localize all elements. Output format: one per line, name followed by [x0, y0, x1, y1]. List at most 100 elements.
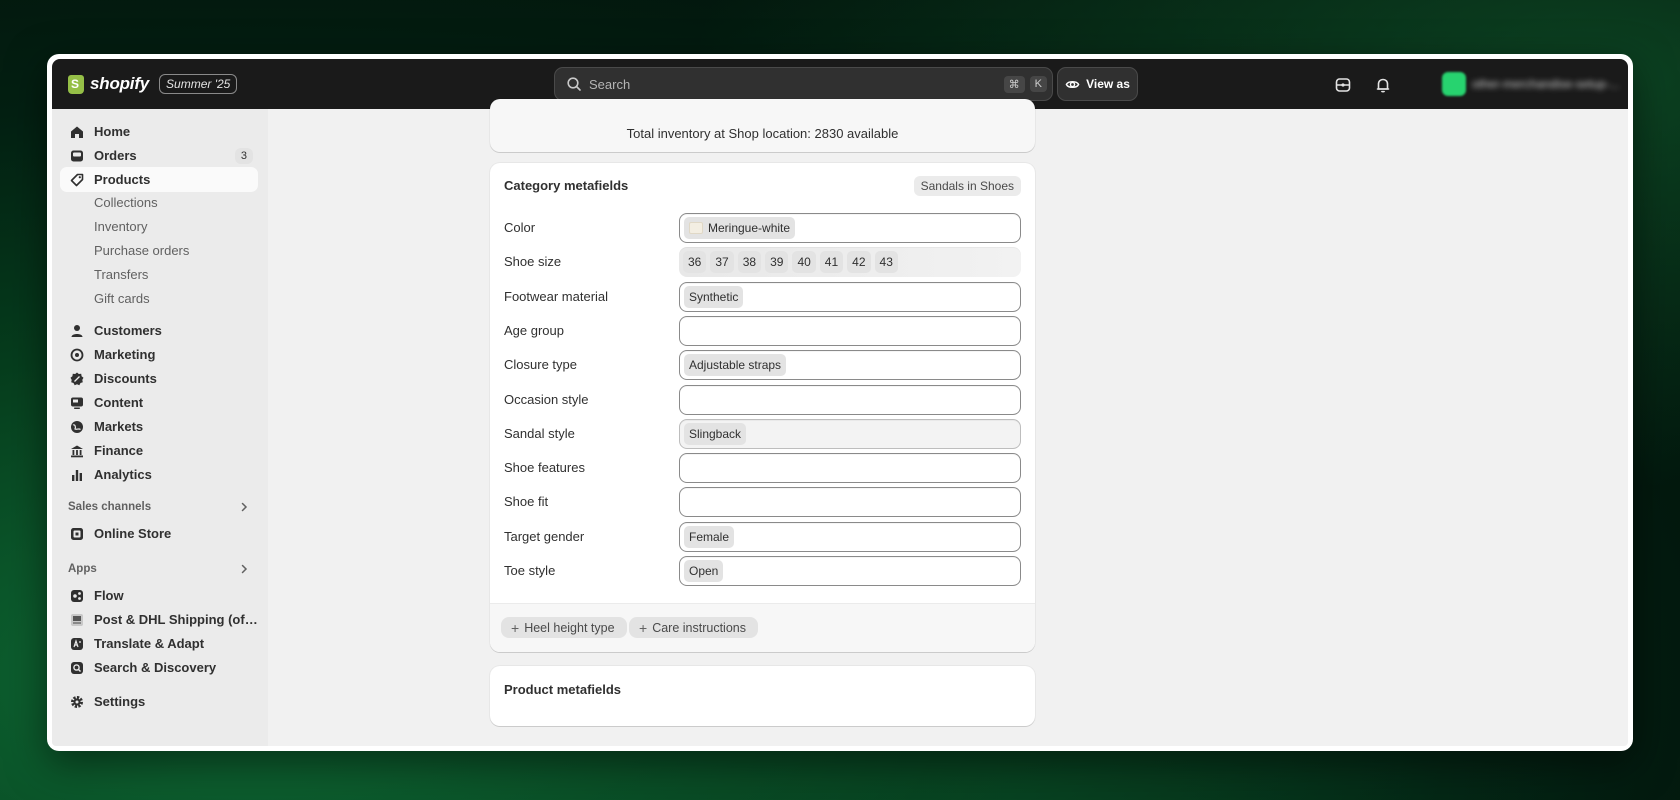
search-placeholder: Search: [589, 76, 631, 92]
add-heel-height-type-button[interactable]: + Heel height type: [501, 617, 627, 638]
age-group-field[interactable]: [679, 315, 1021, 346]
metafield-row-footwear-material: Footwear material Synthetic: [504, 281, 1021, 312]
metafield-label: Shoe fit: [504, 494, 549, 510]
value-tag[interactable]: 36: [683, 251, 707, 274]
sidebar-item-flow[interactable]: Flow: [60, 583, 258, 608]
sidebar-item-markets[interactable]: Markets: [60, 414, 258, 439]
value-tag-label: 42: [852, 255, 866, 270]
sidebar-subitem-inventory[interactable]: Inventory: [94, 215, 147, 237]
store-name[interactable]: other-merchandise-setup-...: [1472, 77, 1622, 91]
main-content: Total inventory at Shop location: 2830 a…: [268, 99, 1628, 746]
shoe-size-field[interactable]: 36 37 38 39 40 41 42 43: [679, 247, 1021, 278]
color-field[interactable]: Meringue-white: [679, 213, 1021, 243]
sidebar-item-content[interactable]: Content: [60, 390, 258, 415]
sidebar-subitem-transfers[interactable]: Transfers: [94, 263, 148, 285]
sidebar-item-products[interactable]: Products: [60, 167, 258, 192]
shoe-fit-field[interactable]: [679, 487, 1021, 518]
value-tag[interactable]: 37: [710, 251, 734, 274]
sidebar-item-label: Settings: [94, 694, 146, 709]
value-tag-label: Meringue-white: [708, 221, 791, 235]
view-as-button[interactable]: View as: [1057, 67, 1138, 101]
metafield-row-age-group: Age group: [504, 315, 1021, 346]
orders-count-badge: 3: [234, 147, 253, 164]
app-window: shopify Summer '25 Search ⌘ K View as ot…: [47, 54, 1633, 751]
bell-icon[interactable]: [1374, 76, 1392, 94]
sidebar-item-analytics[interactable]: Analytics: [60, 462, 258, 487]
sidebar-item-post-dhl-shipping[interactable]: Post & DHL Shipping (offic...: [60, 607, 258, 632]
closure-type-field[interactable]: Adjustable straps: [679, 350, 1021, 381]
value-tag[interactable]: 41: [819, 251, 844, 274]
category-badge[interactable]: Sandals in Shoes: [913, 176, 1021, 196]
value-tag[interactable]: 39: [765, 251, 789, 274]
value-tag-label: Female: [689, 529, 730, 544]
metafield-row-occasion-style: Occasion style: [504, 384, 1021, 415]
sidebar-item-label: Online Store: [94, 526, 172, 541]
metafield-label: Age group: [504, 322, 564, 338]
value-tag[interactable]: Meringue-white: [684, 217, 796, 239]
apps-title: Apps: [68, 563, 97, 575]
chevron-right-icon[interactable]: [238, 501, 250, 513]
sandal-style-field[interactable]: Slingback: [679, 418, 1021, 449]
sidebar-item-customers[interactable]: Customers: [60, 318, 258, 343]
add-care-instructions-button[interactable]: + Care instructions: [629, 617, 758, 638]
occasion-style-field[interactable]: [679, 384, 1021, 415]
sidebar-item-marketing[interactable]: Marketing: [60, 342, 258, 367]
value-tag[interactable]: Female: [684, 525, 735, 548]
sidebar-item-label: Finance: [94, 443, 144, 458]
value-tag[interactable]: 40: [792, 251, 816, 274]
sidebar-subitem-collections[interactable]: Collections: [94, 191, 158, 213]
color-swatch-icon: [689, 222, 703, 234]
value-tag[interactable]: 38: [737, 251, 762, 274]
search-input[interactable]: Search ⌘ K: [554, 67, 1053, 101]
shopify-admin: shopify Summer '25 Search ⌘ K View as ot…: [52, 59, 1628, 746]
apps-header[interactable]: Apps: [68, 563, 250, 575]
store-avatar[interactable]: [1442, 72, 1466, 96]
sidebar-item-orders[interactable]: Orders 3: [60, 143, 258, 168]
metafield-row-closure-type: Closure type Adjustable straps: [504, 350, 1021, 381]
brand-wordmark: shopify: [90, 74, 150, 93]
sidebar-item-settings[interactable]: Settings: [60, 689, 258, 714]
value-tag-label: Slingback: [689, 426, 742, 441]
sidebar-item-label: Search & Discovery: [94, 660, 217, 675]
sales-channels-header[interactable]: Sales channels: [68, 501, 250, 513]
metafield-label: Shoe features: [504, 460, 585, 476]
flow-icon: [71, 589, 83, 602]
toe-style-field[interactable]: Open: [679, 556, 1021, 586]
category-metafields-card: Category metafields Sandals in Shoes Col…: [490, 163, 1035, 652]
sidebar-item-translate-adapt[interactable]: Translate & Adapt: [60, 631, 258, 656]
sidebar-item-search-discovery[interactable]: Search & Discovery: [60, 655, 258, 680]
sidebar-item-online-store[interactable]: Online Store: [60, 521, 258, 546]
value-tag[interactable]: Adjustable straps: [684, 354, 787, 377]
sidebar-item-label: Orders: [94, 148, 137, 163]
sidebar-subitem-gift-cards[interactable]: Gift cards: [94, 287, 150, 309]
metafield-suggestions: + Heel height type + Care instructions: [490, 603, 1035, 652]
product-metafields-title: Product metafields: [504, 682, 622, 697]
database-icon[interactable]: [1334, 76, 1352, 94]
value-tag[interactable]: Slingback: [684, 422, 747, 445]
bar-chart-icon: [72, 469, 82, 481]
sidebar-subitem-purchase-orders[interactable]: Purchase orders: [94, 239, 189, 261]
metafield-row-color: Color Meringue-white: [504, 213, 1021, 243]
footwear-material-field[interactable]: Synthetic: [679, 281, 1021, 312]
value-tag[interactable]: Open: [684, 560, 724, 582]
sidebar-item-home[interactable]: Home: [60, 119, 258, 144]
search-icon: [567, 77, 581, 91]
sidebar-item-finance[interactable]: Finance: [60, 438, 258, 463]
target-gender-field[interactable]: Female: [679, 521, 1021, 552]
metafield-label: Closure type: [504, 357, 577, 373]
eye-icon: [1065, 80, 1080, 88]
sidebar-item-label: Analytics: [94, 467, 152, 482]
value-tag[interactable]: Synthetic: [684, 285, 744, 308]
store-icon: [71, 527, 83, 540]
metafield-row-toe-style: Toe style Open: [504, 556, 1021, 586]
sidebar: Home Orders 3 Products Collections Inven…: [52, 109, 268, 746]
sidebar-item-discounts[interactable]: Discounts: [60, 366, 258, 391]
value-tag-label: 38: [742, 255, 757, 270]
value-tag[interactable]: 43: [874, 251, 898, 274]
shopify-logo[interactable]: shopify: [68, 74, 149, 94]
chevron-right-icon[interactable]: [238, 563, 250, 575]
metafield-label: Color: [504, 220, 536, 235]
shoe-features-field[interactable]: [679, 453, 1021, 484]
edition-badge[interactable]: Summer '25: [159, 74, 238, 94]
value-tag[interactable]: 42: [847, 251, 871, 274]
